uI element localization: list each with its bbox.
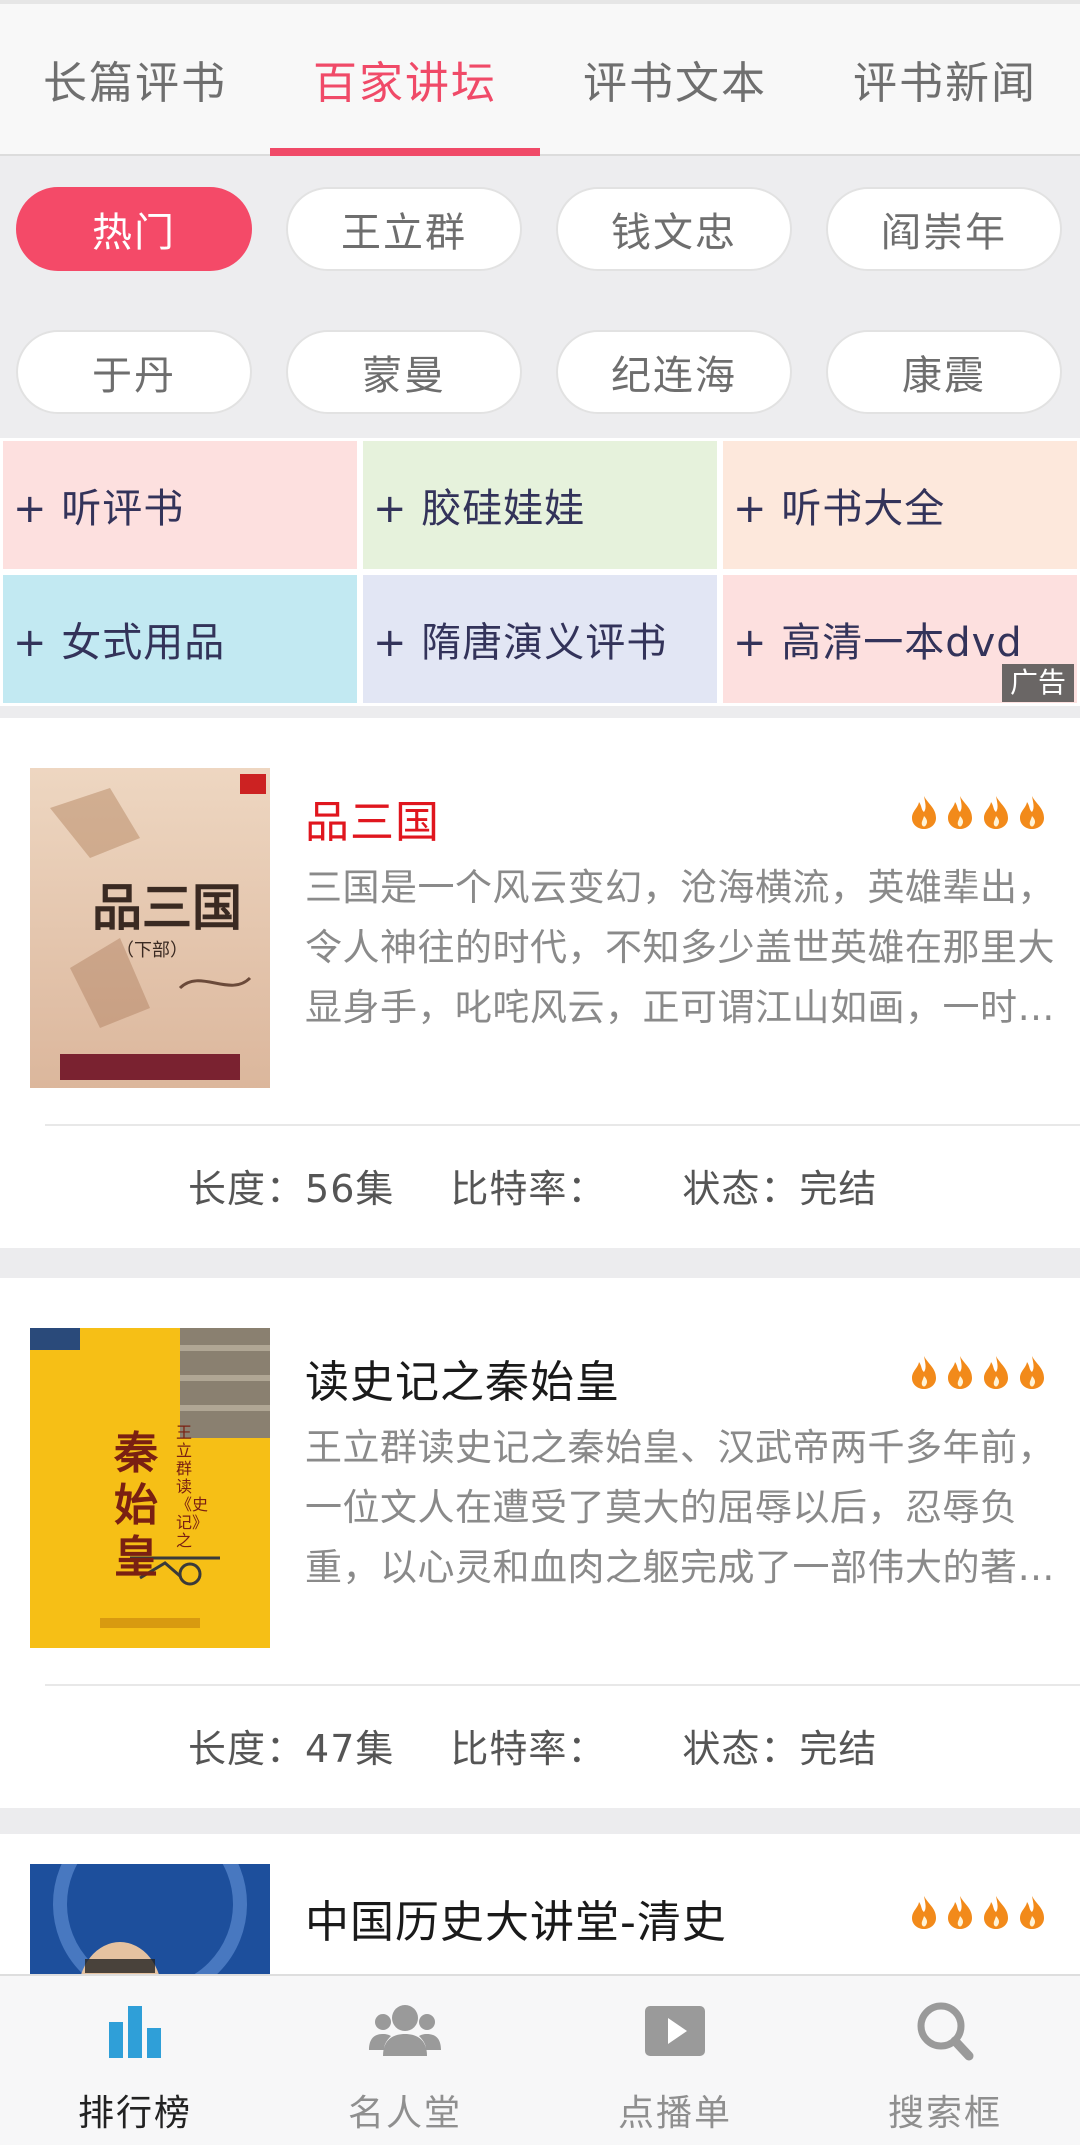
length-field: 长度：56集 xyxy=(188,1167,395,1211)
rating-flames xyxy=(908,1354,1048,1390)
bar-chart-icon xyxy=(109,2006,161,2058)
book-title[interactable]: 品三国 xyxy=(305,786,440,850)
nav-label: 排行榜 xyxy=(77,2093,192,2134)
bitrate-field: 比特率： xyxy=(450,1167,607,1211)
book-card[interactable]: 品三国 （下部） 品三国 三国是一个风云变幻，沧海横流，英雄辈出，令人神往的时代… xyxy=(0,718,1080,1248)
flame-icon xyxy=(1020,796,1044,829)
flame-icon xyxy=(984,796,1008,829)
speaker-filter: 热门 王立群 钱文忠 阎崇年 于丹 蒙曼 纪连海 康震 xyxy=(0,156,1080,438)
nav-playlist[interactable]: 点播单 xyxy=(540,1976,810,2145)
tab-pingshu-xinwen[interactable]: 评书新闻 xyxy=(810,4,1080,154)
search-icon xyxy=(917,2002,974,2061)
flame-icon xyxy=(948,796,972,829)
bottom-nav: 排行榜 名人堂 点播单 搜索框 xyxy=(0,1974,1080,2145)
chip-hot[interactable]: 热门 xyxy=(16,187,252,271)
divider xyxy=(45,1684,1080,1686)
flame-icon xyxy=(912,1896,936,1929)
ad-link[interactable]: + 女式用品 xyxy=(3,575,357,703)
nav-label: 点播单 xyxy=(617,2093,732,2134)
chip-kang-zhen[interactable]: 康震 xyxy=(826,330,1062,414)
app-root: 长篇评书 百家讲坛 评书文本 评书新闻 热门 王立群 钱文忠 阎崇年 于丹 蒙曼… xyxy=(0,0,1080,2145)
category-tabs: 长篇评书 百家讲坛 评书文本 评书新闻 xyxy=(0,0,1080,156)
cover-subtitle: （下部） xyxy=(116,940,188,961)
nav-hall-of-fame[interactable]: 名人堂 xyxy=(270,1976,540,2145)
ad-link[interactable]: + 听书大全 xyxy=(723,441,1077,569)
book-card[interactable]: 中国历史大讲堂-清史 xyxy=(0,1834,1080,1974)
ad-badge: 广告 xyxy=(1001,664,1074,702)
cover-subtitle: 王立群读《史记》之 xyxy=(176,1423,209,1550)
divider xyxy=(45,1124,1080,1126)
status-field: 状态：完结 xyxy=(682,1167,878,1211)
tab-changpian-pingshu[interactable]: 长篇评书 xyxy=(0,4,270,154)
bitrate-field: 比特率： xyxy=(450,1727,607,1771)
book-cover: 秦始皇 王立群读《史记》之 xyxy=(30,1328,270,1648)
cover-title: 品三国 xyxy=(92,878,242,937)
chip-wang-liqun[interactable]: 王立群 xyxy=(286,187,522,271)
book-card[interactable]: 秦始皇 王立群读《史记》之 读史记之秦始皇 王立群读史记之秦始皇、汉武帝两千多年… xyxy=(0,1278,1080,1808)
chip-ji-lianhai[interactable]: 纪连海 xyxy=(556,330,792,414)
book-description: 三国是一个风云变幻，沧海横流，英雄辈出，令人神往的时代，不知多少盖世英雄在那里大… xyxy=(305,866,1055,1029)
flame-icon xyxy=(912,1356,936,1389)
ad-grid: + 听评书 + 胶硅娃娃 + 听书大全 + 女式用品 + 隋唐演义评书 + 高清… xyxy=(0,438,1080,706)
book-meta: 长度：56集 比特率： 状态：完结 xyxy=(188,1158,877,1213)
chip-meng-man[interactable]: 蒙曼 xyxy=(286,330,522,414)
rating-flames xyxy=(908,794,1048,830)
rating-flames xyxy=(908,1894,1048,1930)
cover-title: 秦始皇 xyxy=(114,1428,158,1583)
tab-pingshu-wenben[interactable]: 评书文本 xyxy=(540,4,810,154)
ad-link[interactable]: + 听评书 xyxy=(3,441,357,569)
flame-icon xyxy=(1020,1896,1044,1929)
flame-icon xyxy=(984,1356,1008,1389)
flame-icon xyxy=(912,796,936,829)
people-icon xyxy=(369,2005,441,2056)
nav-label: 名人堂 xyxy=(347,2093,462,2134)
book-title[interactable]: 读史记之秦始皇 xyxy=(305,1346,620,1410)
length-field: 长度：47集 xyxy=(188,1727,395,1771)
flame-icon xyxy=(1020,1356,1044,1389)
status-field: 状态：完结 xyxy=(682,1727,878,1771)
nav-search[interactable]: 搜索框 xyxy=(810,1976,1080,2145)
ad-link[interactable]: + 隋唐演义评书 xyxy=(363,575,717,703)
book-description: 王立群读史记之秦始皇、汉武帝两千多年前，一位文人在遭受了莫大的屈辱以后，忍辱负重… xyxy=(305,1426,1055,1589)
tab-baijia-jiangtan[interactable]: 百家讲坛 xyxy=(270,4,540,156)
book-title[interactable]: 中国历史大讲堂-清史 xyxy=(305,1886,727,1950)
nav-label: 搜索框 xyxy=(887,2093,1002,2134)
flame-icon xyxy=(948,1356,972,1389)
ad-link[interactable]: + 胶硅娃娃 xyxy=(363,441,717,569)
book-cover: 品三国 （下部） xyxy=(30,768,270,1088)
flame-icon xyxy=(948,1896,972,1929)
play-icon xyxy=(645,2006,705,2056)
flame-icon xyxy=(984,1896,1008,1929)
chip-yan-chongnian[interactable]: 阎崇年 xyxy=(826,187,1062,271)
book-cover xyxy=(30,1864,270,1974)
chip-yu-dan[interactable]: 于丹 xyxy=(16,330,252,414)
chip-qian-wenzhong[interactable]: 钱文忠 xyxy=(556,187,792,271)
book-meta: 长度：47集 比特率： 状态：完结 xyxy=(188,1718,877,1773)
nav-ranking[interactable]: 排行榜 xyxy=(0,1976,270,2145)
